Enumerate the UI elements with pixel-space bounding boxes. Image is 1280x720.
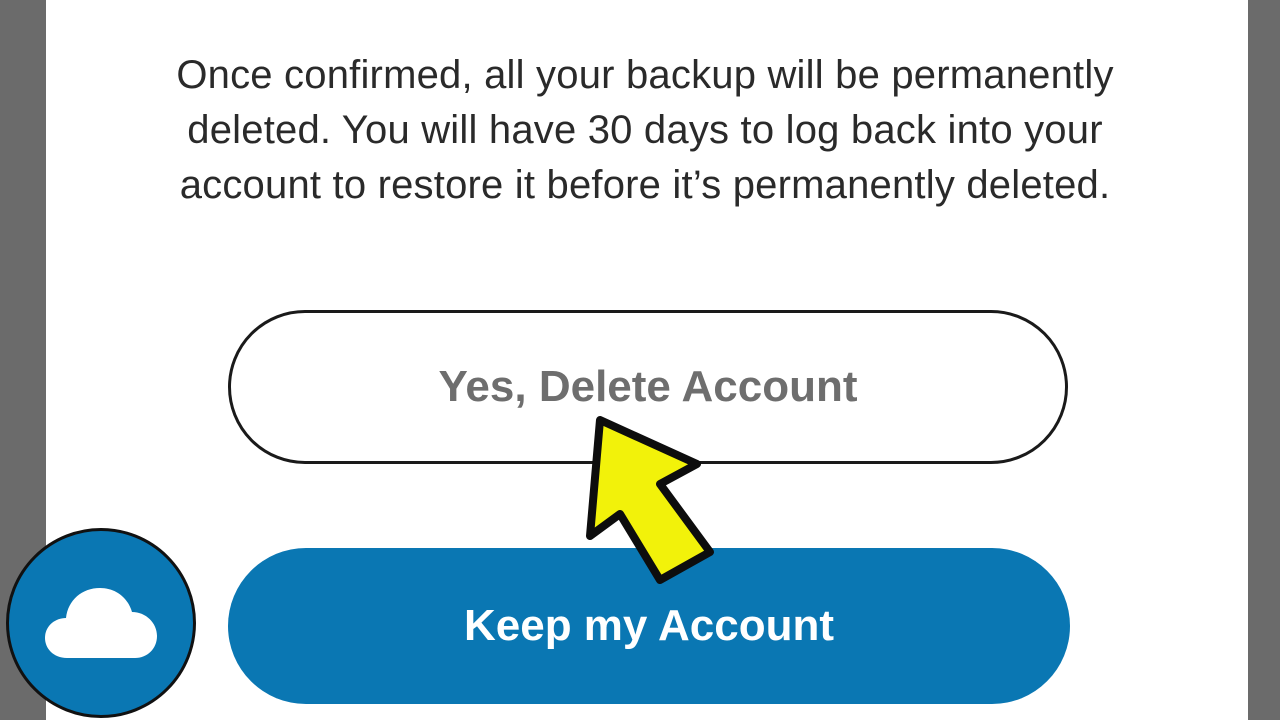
cloud-logo-badge [6,528,196,718]
cloud-icon [45,588,157,658]
message-line: deleted. You will have 30 days to log ba… [187,108,1103,152]
arrow-pointer-icon [586,416,714,584]
delete-account-label: Yes, Delete Account [438,362,858,411]
message-line: Once confirmed, all your backup will be … [176,53,1114,97]
confirmation-message: Once confirmed, all your backup will be … [60,48,1230,213]
keep-account-label: Keep my Account [463,601,834,650]
screen: Once confirmed, all your backup will be … [0,0,1280,720]
message-line: account to restore it before it’s perman… [179,163,1111,207]
